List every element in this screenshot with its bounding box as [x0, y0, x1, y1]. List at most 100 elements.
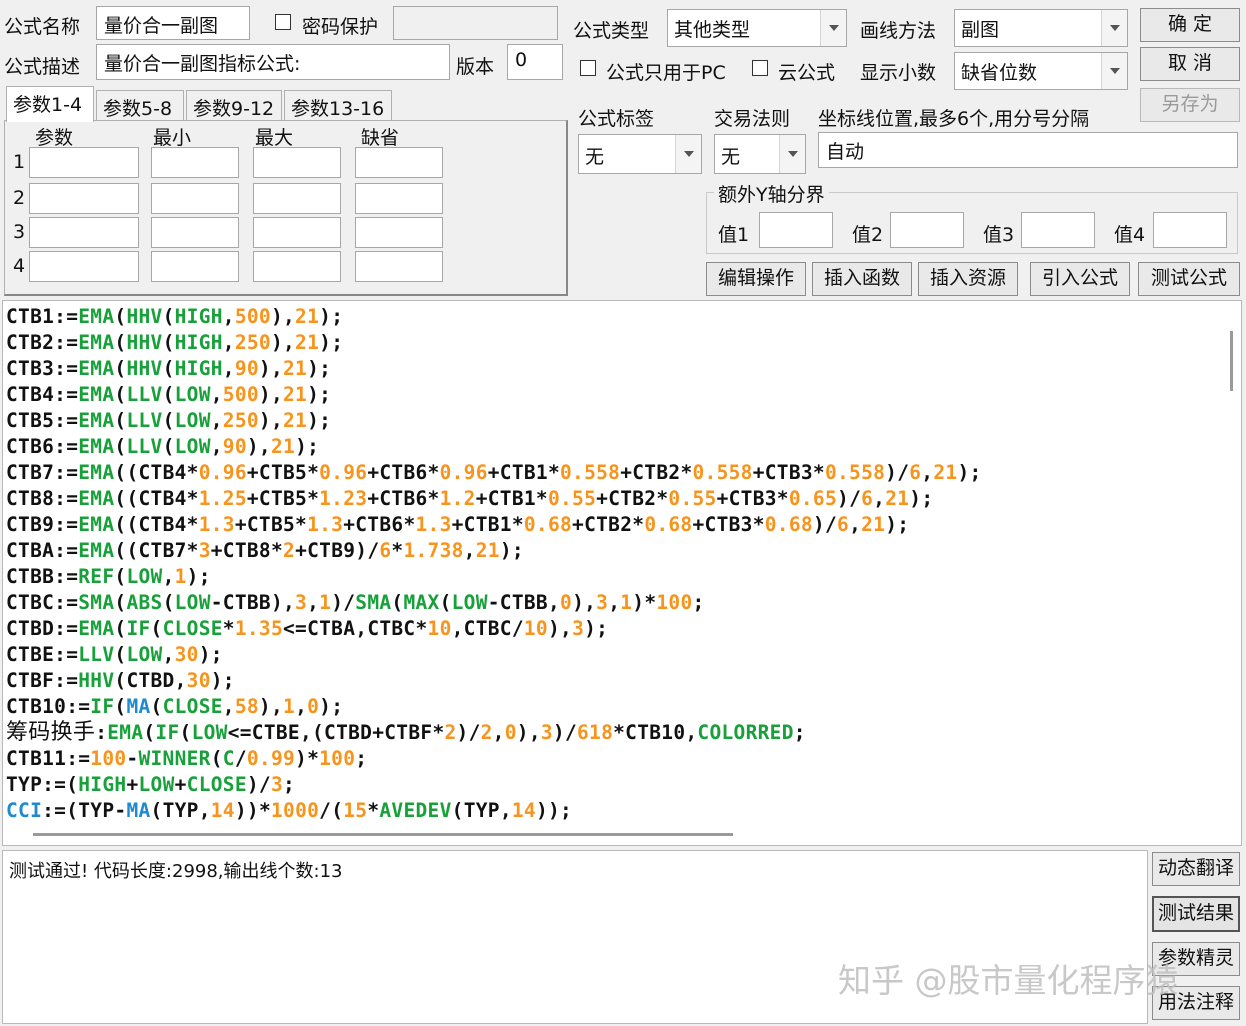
ok-button[interactable]: 确 定	[1140, 8, 1240, 42]
params-header-default: 缺省	[361, 127, 400, 149]
horizontal-scrollbar[interactable]	[3, 825, 1221, 845]
version-field[interactable]: 0	[507, 44, 563, 80]
param-1-min[interactable]	[151, 147, 239, 178]
param-2-default[interactable]	[355, 183, 443, 214]
params-header-max: 最大	[255, 127, 294, 149]
insert-function-button[interactable]: 插入函数	[812, 262, 912, 296]
save-as-button[interactable]: 另存为	[1140, 88, 1240, 122]
tab-params-13-16[interactable]: 参数13-16	[284, 90, 392, 120]
chevron-down-icon[interactable]	[779, 135, 805, 173]
desc-field[interactable]: 量价合一副图指标公式:	[96, 44, 450, 80]
yaxis-value-3[interactable]	[1021, 212, 1095, 248]
code-line: CTBB:=REF(LOW,1);	[6, 565, 211, 588]
yaxis-label-3: 值3	[983, 224, 1015, 246]
pc-only-checkbox[interactable]	[580, 60, 596, 76]
password-field[interactable]	[393, 6, 558, 40]
yaxis-value-4[interactable]	[1153, 212, 1227, 248]
cloud-label: 云公式	[778, 62, 836, 84]
chevron-down-icon[interactable]	[675, 135, 701, 173]
code-line: CTB2:=EMA(HHV(HIGH,250),21);	[6, 331, 344, 354]
name-label: 公式名称	[4, 16, 81, 38]
decimals-label: 显示小数	[860, 62, 937, 84]
code-line: CTB4:=EMA(LLV(LOW,500),21);	[6, 383, 332, 406]
scroll-thumb[interactable]	[33, 833, 733, 836]
code-editor[interactable]: CTB1:=EMA(HHV(HIGH,500),21); CTB2:=EMA(HH…	[2, 300, 1242, 846]
draw-select[interactable]: 副图	[954, 9, 1128, 47]
param-4-max[interactable]	[253, 251, 341, 282]
param-1-max[interactable]	[253, 147, 341, 178]
param-4-name[interactable]	[29, 251, 139, 282]
chevron-down-icon[interactable]	[1101, 53, 1127, 89]
params-header-min: 最小	[153, 127, 192, 149]
type-select-value: 其他类型	[674, 19, 751, 41]
yaxis-label-4: 值4	[1114, 224, 1146, 246]
code-line: CTB6:=EMA(LLV(LOW,90),21);	[6, 435, 320, 458]
param-1-name[interactable]	[29, 147, 139, 178]
param-4-min[interactable]	[151, 251, 239, 282]
tag-select[interactable]: 无	[578, 134, 702, 174]
output-message: 测试通过! 代码长度:2998,输出线个数:13	[9, 861, 343, 882]
test-formula-button[interactable]: 测试公式	[1138, 262, 1240, 296]
chevron-down-icon[interactable]	[1101, 10, 1127, 46]
param-2-max[interactable]	[253, 183, 341, 214]
code-line: CTB9:=EMA((CTB4*1.3+CTB5*1.3+CTB6*1.3+CT…	[6, 513, 910, 536]
yaxis-value-1[interactable]	[759, 212, 833, 248]
version-label: 版本	[456, 56, 495, 78]
vertical-scrollbar[interactable]	[1221, 301, 1241, 825]
param-row-number: 2	[13, 187, 26, 209]
edit-operation-button[interactable]: 编辑操作	[706, 262, 806, 296]
desc-label: 公式描述	[4, 56, 81, 78]
tag-label: 公式标签	[578, 108, 655, 130]
param-3-min[interactable]	[151, 217, 239, 248]
param-row-number: 3	[13, 221, 26, 243]
params-panel: 参数 最小 最大 缺省 1 2 3 4	[4, 120, 568, 296]
code-line: CCI:=(TYP-MA(TYP,14))*1000/(15*AVEDEV(TY…	[6, 799, 573, 822]
type-label: 公式类型	[573, 20, 650, 42]
param-2-min[interactable]	[151, 183, 239, 214]
code-line: CTB11:=100-WINNER(C/0.99)*100;	[6, 747, 368, 770]
code-line: CTB8:=EMA((CTB4*1.25+CTB5*1.23+CTB6*1.2+…	[6, 487, 934, 510]
password-checkbox[interactable]	[275, 14, 291, 30]
tag-select-value: 无	[585, 146, 605, 168]
code-line: CTB3:=EMA(HHV(HIGH,90),21);	[6, 357, 332, 380]
dynamic-translate-button[interactable]: 动态翻译	[1152, 852, 1240, 886]
cloud-checkbox[interactable]	[752, 60, 768, 76]
param-2-name[interactable]	[29, 183, 139, 214]
name-field[interactable]: 量价合一副图	[96, 6, 250, 40]
insert-resource-button[interactable]: 插入资源	[918, 262, 1018, 296]
yaxis-group-title: 额外Y轴分界	[714, 180, 829, 207]
chevron-down-icon[interactable]	[820, 10, 846, 46]
coord-label: 坐标线位置,最多6个,用分号分隔	[818, 108, 1090, 130]
yaxis-label-2: 值2	[852, 224, 884, 246]
tab-params-9-12[interactable]: 参数9-12	[186, 90, 282, 120]
param-3-max[interactable]	[253, 217, 341, 248]
param-3-default[interactable]	[355, 217, 443, 248]
code-line: CTBF:=HHV(CTBD,30);	[6, 669, 235, 692]
code-line: 筹码换手:EMA(IF(LOW<=CTBE,(CTBD+CTBF*2)/2,0)…	[6, 720, 806, 745]
draw-label: 画线方法	[860, 20, 937, 42]
coord-field[interactable]: 自动	[818, 132, 1238, 168]
trade-select-value: 无	[721, 146, 741, 168]
draw-select-value: 副图	[961, 19, 1000, 41]
type-select[interactable]: 其他类型	[667, 9, 847, 47]
param-4-default[interactable]	[355, 251, 443, 282]
decimals-select[interactable]: 缺省位数	[954, 52, 1128, 90]
test-result-button[interactable]: 测试结果	[1152, 896, 1240, 932]
code-text: CTB1:=EMA(HHV(HIGH,500),21); CTB2:=EMA(HH…	[6, 304, 1219, 824]
param-1-default[interactable]	[355, 147, 443, 178]
cancel-button[interactable]: 取 消	[1140, 47, 1240, 81]
trade-select[interactable]: 无	[714, 134, 806, 174]
code-line: CTB10:=IF(MA(CLOSE,58),1,0);	[6, 695, 344, 718]
tab-params-5-8[interactable]: 参数5-8	[96, 90, 184, 120]
code-line: CTBA:=EMA((CTB7*3+CTB8*2+CTB9)/6*1.738,2…	[6, 539, 524, 562]
yaxis-value-2[interactable]	[890, 212, 964, 248]
code-line: CTBD:=EMA(IF(CLOSE*1.35<=CTBA,CTBC*10,CT…	[6, 617, 609, 640]
import-formula-button[interactable]: 引入公式	[1030, 262, 1130, 296]
param-3-name[interactable]	[29, 217, 139, 248]
scroll-thumb[interactable]	[1230, 331, 1233, 391]
code-line: CTBC:=SMA(ABS(LOW-CTBB),3,1)/SMA(MAX(LOW…	[6, 591, 705, 614]
tab-params-1-4[interactable]: 参数1-4	[6, 86, 94, 122]
password-label: 密码保护	[302, 16, 379, 38]
params-header-name: 参数	[35, 127, 74, 149]
yaxis-label-1: 值1	[718, 224, 750, 246]
